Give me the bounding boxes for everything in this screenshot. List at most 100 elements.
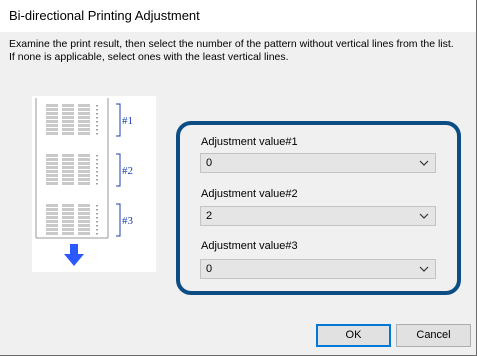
pattern-block <box>78 166 90 169</box>
pattern-block <box>46 128 58 131</box>
pattern-dot <box>96 133 98 135</box>
pattern-block <box>46 120 58 123</box>
cancel-button[interactable]: Cancel <box>396 324 471 347</box>
pattern-block <box>62 174 74 177</box>
pattern-block <box>46 208 58 211</box>
pattern-block <box>62 182 74 185</box>
pattern-block <box>46 104 58 107</box>
pattern-dot <box>96 117 98 119</box>
adjustment-select-1[interactable]: 0 <box>200 153 436 173</box>
pattern-block <box>78 108 90 111</box>
pattern-dot <box>96 225 98 227</box>
adjustment-value-1: 0 <box>206 157 213 169</box>
pattern-block <box>78 228 90 231</box>
pattern-block <box>78 212 90 215</box>
pattern-block <box>62 228 74 231</box>
dialog-window: Bi-directional Printing Adjustment Exami… <box>0 0 477 356</box>
pattern-dot <box>96 233 98 235</box>
pattern-block <box>62 128 74 131</box>
instructions: Examine the print result, then select th… <box>9 38 464 63</box>
pattern-block <box>46 216 58 219</box>
pattern-block <box>62 232 74 235</box>
pattern-block <box>46 212 58 215</box>
pattern-block <box>78 112 90 115</box>
pattern-block <box>78 132 90 135</box>
pattern-block <box>78 128 90 131</box>
pattern-block <box>46 158 58 161</box>
pattern-dot <box>96 229 98 231</box>
pattern-block <box>62 104 74 107</box>
pattern-label-2: #2 <box>122 165 133 177</box>
pattern-block <box>46 174 58 177</box>
pattern-block <box>46 182 58 185</box>
pattern-block <box>78 216 90 219</box>
pattern-block <box>78 104 90 107</box>
pattern-block <box>46 162 58 165</box>
adjustment-label-2: Adjustment value#2 <box>201 188 298 200</box>
pattern-block <box>62 158 74 161</box>
pattern-block <box>78 232 90 235</box>
pattern-block <box>46 132 58 135</box>
pattern-block <box>78 162 90 165</box>
pattern-block <box>62 112 74 115</box>
title-bar: Bi-directional Printing Adjustment <box>0 0 476 32</box>
adjustment-select-3[interactable]: 0 <box>200 259 436 279</box>
pattern-block <box>78 220 90 223</box>
pattern-block <box>62 208 74 211</box>
pattern-block <box>78 124 90 127</box>
pattern-block <box>78 170 90 173</box>
pattern-block <box>78 204 90 207</box>
pattern-block <box>78 120 90 123</box>
adjustment-value-3: 0 <box>206 263 213 275</box>
pattern-block <box>62 216 74 219</box>
pattern-dot <box>96 167 98 169</box>
pattern-diagram: #1 #2 #3 <box>35 98 134 266</box>
pattern-block <box>78 174 90 177</box>
pattern-label-3: #3 <box>122 215 134 227</box>
pattern-block <box>46 108 58 111</box>
pattern-block <box>78 224 90 227</box>
pattern-dot <box>96 109 98 111</box>
pattern-block <box>62 120 74 123</box>
pattern-block <box>46 228 58 231</box>
chevron-down-icon <box>419 266 429 272</box>
pattern-dot <box>96 163 98 165</box>
pattern-block <box>46 166 58 169</box>
pattern-dot <box>96 217 98 219</box>
pattern-block <box>62 108 74 111</box>
pattern-label-1: #1 <box>122 115 133 127</box>
pattern-block <box>46 170 58 173</box>
pattern-illustration: #1 #2 #3 <box>32 96 156 272</box>
pattern-block <box>78 208 90 211</box>
pattern-block <box>46 124 58 127</box>
pattern-block <box>46 232 58 235</box>
dialog-title: Bi-directional Printing Adjustment <box>9 8 200 23</box>
pattern-dot <box>96 171 98 173</box>
pattern-block <box>46 224 58 227</box>
adjustment-label-3: Adjustment value#3 <box>201 240 298 252</box>
pattern-dot <box>96 179 98 181</box>
adjustment-value-2: 2 <box>206 210 213 222</box>
pattern-block <box>62 154 74 157</box>
pattern-dot <box>96 175 98 177</box>
pattern-dot <box>96 113 98 115</box>
pattern-dot <box>96 125 98 127</box>
pattern-block <box>62 178 74 181</box>
pattern-block <box>62 124 74 127</box>
pattern-block <box>78 182 90 185</box>
pattern-dot <box>96 213 98 215</box>
pattern-block <box>46 178 58 181</box>
pattern-block <box>62 212 74 215</box>
ok-button[interactable]: OK <box>316 324 391 347</box>
pattern-block <box>46 220 58 223</box>
instruction-line-1: Examine the print result, then select th… <box>9 38 454 50</box>
pattern-block <box>62 116 74 119</box>
instruction-line-2: If none is applicable, select ones with … <box>9 51 289 63</box>
pattern-dot <box>96 121 98 123</box>
pattern-block <box>62 132 74 135</box>
pattern-block <box>46 116 58 119</box>
pattern-block <box>62 224 74 227</box>
pattern-dot <box>96 129 98 131</box>
pattern-block <box>78 178 90 181</box>
adjustment-select-2[interactable]: 2 <box>200 206 436 226</box>
